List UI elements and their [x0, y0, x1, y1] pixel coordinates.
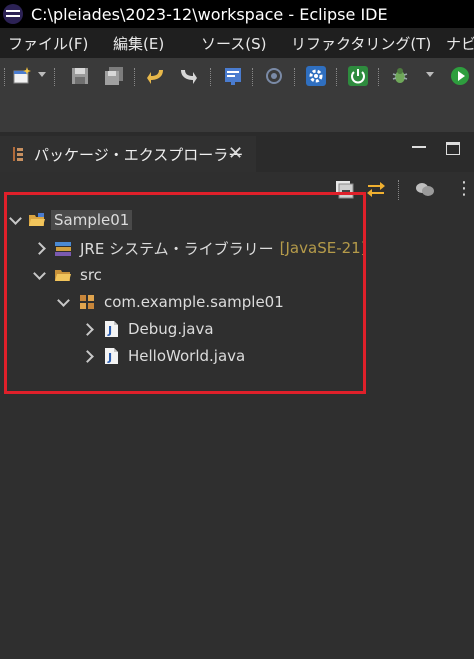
tab-package-explorer[interactable]: パッケージ・エクスプローラー ✕	[0, 136, 256, 172]
package-explorer-icon	[13, 147, 23, 161]
console-icon[interactable]	[223, 66, 243, 86]
debug-dropdown[interactable]	[426, 72, 434, 77]
tree-node-package[interactable]: com.example.sample01	[56, 289, 284, 315]
java-file-icon: J	[105, 321, 118, 337]
save-all-icon[interactable]	[104, 66, 124, 86]
svg-text:J: J	[107, 324, 112, 337]
menu-bar: ファイル(F) 編集(E) ソース(S) リファクタリング(T) ナビ	[0, 28, 474, 58]
run-icon[interactable]	[450, 66, 470, 86]
window-title-bar: C:\pleiades\2023-12\workspace - Eclipse …	[0, 0, 474, 28]
power-icon[interactable]	[348, 66, 368, 86]
library-books-icon	[55, 242, 71, 256]
tree-node-file[interactable]: J HelloWorld.java	[80, 343, 245, 369]
debug-bug-icon[interactable]	[390, 66, 410, 86]
open-project-folder-icon	[29, 213, 45, 226]
toolbar-separator	[378, 68, 380, 86]
main-toolbar	[0, 58, 474, 132]
settings-gear-icon[interactable]	[306, 66, 326, 86]
file-label: Debug.java	[128, 320, 214, 338]
eclipse-logo-icon	[3, 4, 23, 24]
maximize-view-button[interactable]	[446, 142, 460, 155]
jre-version-label: [JavaSE-21]	[279, 239, 367, 257]
package-explorer-panel: ⋮ Sample01 JRE システム・ライブラリー [JavaSE-21] s…	[0, 172, 474, 659]
menu-source[interactable]: ソース(S)	[201, 33, 266, 54]
project-label: Sample01	[51, 210, 133, 230]
view-tab-row: パッケージ・エクスプローラー ✕	[0, 132, 474, 172]
collapse-all-icon[interactable]	[334, 179, 354, 199]
toolbar-separator	[336, 68, 338, 86]
tree-node-file[interactable]: J Debug.java	[80, 316, 214, 342]
coverage-icon[interactable]	[264, 66, 284, 86]
src-label: src	[80, 266, 102, 284]
package-label: com.example.sample01	[104, 293, 284, 311]
tab-package-explorer-label: パッケージ・エクスプローラー	[34, 145, 244, 164]
minimize-view-button[interactable]	[412, 146, 426, 148]
file-label: HelloWorld.java	[128, 347, 246, 365]
java-file-icon: J	[105, 348, 118, 364]
chevron-down-icon[interactable]	[8, 213, 22, 227]
chevron-right-icon[interactable]	[80, 322, 94, 336]
jre-label: JRE システム・ライブラリー	[80, 239, 274, 258]
redo-icon[interactable]	[178, 66, 198, 86]
close-icon[interactable]: ✕	[228, 145, 243, 163]
toolbar-separator	[134, 68, 136, 86]
chevron-down-icon[interactable]	[56, 295, 70, 309]
toolbar-separator	[210, 68, 212, 86]
tree-node-src[interactable]: src	[32, 262, 102, 288]
tree-node-jre-library[interactable]: JRE システム・ライブラリー [JavaSE-21]	[32, 235, 367, 261]
source-folder-icon	[55, 270, 71, 281]
menu-refactor[interactable]: リファクタリング(T)	[291, 33, 431, 54]
toolbar-separator	[252, 68, 254, 86]
tree-node-project[interactable]: Sample01	[8, 207, 133, 233]
toolbar-separator	[294, 68, 296, 86]
menu-file[interactable]: ファイル(F)	[8, 33, 88, 54]
view-menu-icon[interactable]: ⋮	[455, 180, 473, 198]
menu-navigate[interactable]: ナビ	[446, 33, 474, 54]
focus-on-working-set-icon[interactable]	[414, 179, 436, 199]
package-icon	[80, 295, 94, 309]
undo-icon[interactable]	[146, 66, 166, 86]
save-icon[interactable]	[70, 66, 90, 86]
new-wizard-dropdown[interactable]	[38, 72, 46, 77]
toolbar-separator	[54, 68, 56, 86]
toolbar-separator	[398, 180, 400, 200]
menu-edit[interactable]: 編集(E)	[113, 33, 164, 54]
link-with-editor-icon[interactable]	[366, 179, 386, 199]
new-wizard-icon[interactable]	[12, 66, 32, 86]
chevron-right-icon[interactable]	[80, 349, 94, 363]
view-toolbar: ⋮	[0, 172, 474, 206]
chevron-right-icon[interactable]	[32, 241, 46, 255]
toolbar-separator	[4, 68, 6, 86]
window-title: C:\pleiades\2023-12\workspace - Eclipse …	[31, 4, 388, 24]
svg-text:J: J	[107, 351, 112, 364]
chevron-down-icon[interactable]	[32, 268, 46, 282]
